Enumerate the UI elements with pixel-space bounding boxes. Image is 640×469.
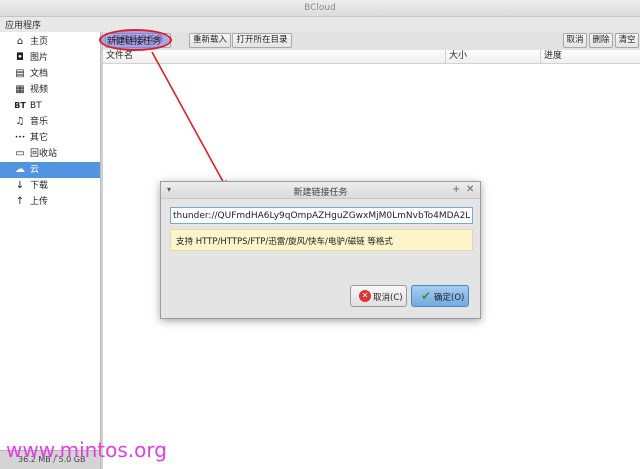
sidebar-item-label: 上传 — [30, 197, 49, 207]
camera-icon: ◘ — [16, 52, 24, 63]
clear-tasks-button[interactable]: 清空 — [615, 33, 639, 48]
link-input[interactable] — [170, 207, 473, 224]
film-icon: ▦ — [15, 84, 25, 95]
dialog-cancel-button[interactable]: ✕ 取消(C) — [350, 285, 407, 307]
sidebar-item-label: 文档 — [30, 69, 49, 79]
sidebar-item-label: 视频 — [30, 85, 49, 95]
open-directory-button[interactable]: 打开所在目录 — [232, 33, 292, 48]
task-toolbar: 新建链接任务 重新载入 打开所在目录 取消 删除 清空 — [103, 32, 640, 50]
more-dots-icon: ••• — [14, 134, 26, 141]
cloud-icon: ☁ — [15, 164, 25, 175]
sidebar-item-cloud[interactable]: ☁ 云 — [0, 162, 100, 178]
sidebar-item-label: 主页 — [30, 37, 49, 47]
sidebar-item-label: 音乐 — [30, 117, 49, 127]
upload-icon: ↑ — [15, 196, 25, 207]
annotation-highlight-label: 新建链接任务 — [107, 37, 162, 47]
delete-task-button[interactable]: 删除 — [589, 33, 613, 48]
watermark-text: www.mintos.org — [6, 438, 167, 462]
window-title: BCloud — [304, 3, 336, 13]
sidebar-item-label: 图片 — [30, 53, 49, 63]
dialog-titlebar[interactable]: ▾ 新建链接任务 + ✕ — [161, 182, 480, 199]
sidebar-item-label: BT — [30, 101, 42, 111]
home-icon: ⌂ — [16, 36, 24, 47]
sidebar-item-label: 下载 — [30, 181, 49, 191]
sidebar-item-download[interactable]: ↓ 下载 — [0, 178, 100, 194]
music-note-icon: ♫ — [15, 116, 25, 127]
sidebar-item-documents[interactable]: ▤ 文档 — [0, 66, 100, 82]
document-icon: ▤ — [15, 68, 25, 79]
new-link-task-dialog: ▾ 新建链接任务 + ✕ 支持 HTTP/HTTPS/FTP/迅雷/旋风/快车/… — [160, 181, 481, 319]
window-titlebar[interactable]: BCloud — [0, 0, 640, 17]
sidebar-item-label: 云 — [30, 165, 40, 175]
sidebar-item-videos[interactable]: ▦ 视频 — [0, 82, 100, 98]
column-header-filename[interactable]: 文件名 — [103, 50, 446, 64]
checkmark-icon: ✔ — [420, 289, 432, 303]
column-header-progress[interactable]: 进度 — [541, 50, 640, 64]
dialog-title: 新建链接任务 — [293, 188, 348, 198]
sidebar: ⌂ 主页 ◘ 图片 ▤ 文档 ▦ 视频 BT BT ♫ 音乐 ••• 其它 ▭ … — [0, 32, 101, 469]
column-header-size[interactable]: 大小 — [446, 50, 541, 64]
maximize-icon[interactable]: + — [452, 184, 460, 195]
trash-icon: ▭ — [15, 148, 25, 159]
bt-icon: BT — [14, 101, 26, 110]
sidebar-item-home[interactable]: ⌂ 主页 — [0, 34, 100, 50]
dialog-ok-label: 确定(O) — [434, 293, 465, 303]
sidebar-item-music[interactable]: ♫ 音乐 — [0, 114, 100, 130]
sidebar-item-pictures[interactable]: ◘ 图片 — [0, 50, 100, 66]
dialog-ok-button[interactable]: ✔ 确定(O) — [411, 285, 469, 307]
menubar: 应用程序 — [0, 17, 640, 32]
sidebar-item-label: 其它 — [30, 133, 49, 143]
supported-formats-hint: 支持 HTTP/HTTPS/FTP/迅雷/旋风/快车/电驴/磁链 等格式 — [170, 229, 473, 251]
reload-button[interactable]: 重新载入 — [189, 33, 231, 48]
download-icon: ↓ — [15, 180, 25, 191]
dialog-cancel-label: 取消(C) — [373, 293, 403, 303]
cancel-x-icon: ✕ — [359, 290, 371, 302]
sidebar-item-bt[interactable]: BT BT — [0, 98, 100, 114]
app-menu[interactable]: 应用程序 — [5, 18, 41, 31]
close-icon[interactable]: ✕ — [466, 184, 474, 195]
hint-text: 支持 HTTP/HTTPS/FTP/迅雷/旋风/快车/电驴/磁链 等格式 — [176, 237, 393, 247]
sidebar-item-upload[interactable]: ↑ 上传 — [0, 194, 100, 210]
sidebar-item-label: 回收站 — [30, 149, 58, 159]
sidebar-item-trash[interactable]: ▭ 回收站 — [0, 146, 100, 162]
cancel-task-button[interactable]: 取消 — [563, 33, 587, 48]
sidebar-item-other[interactable]: ••• 其它 — [0, 130, 100, 146]
